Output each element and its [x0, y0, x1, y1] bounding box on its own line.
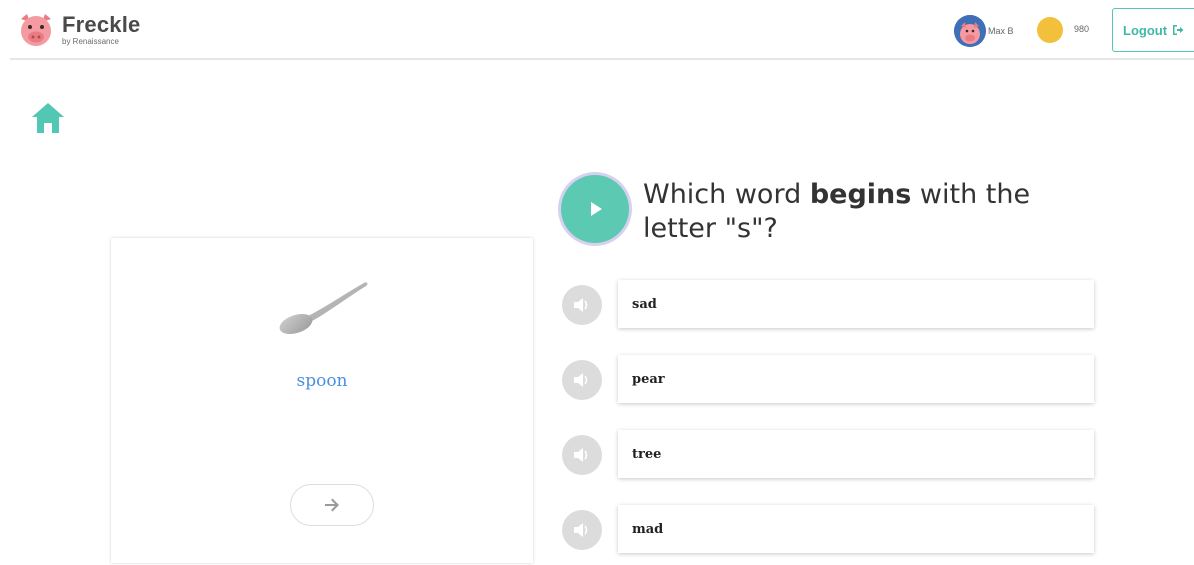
speaker-button[interactable] — [562, 360, 602, 400]
header-divider — [10, 58, 1194, 60]
word-card: spoon — [111, 238, 533, 563]
answer-row: tree — [562, 430, 1102, 480]
answer-option-sad[interactable]: sad — [618, 280, 1094, 328]
next-button[interactable] — [290, 484, 374, 526]
answer-option-pear[interactable]: pear — [618, 355, 1094, 403]
speaker-icon — [574, 373, 588, 387]
logo-subtitle: by Renaissance — [62, 37, 119, 46]
pig-avatar-icon — [954, 15, 986, 47]
speaker-icon — [574, 523, 588, 537]
speaker-icon — [574, 298, 588, 312]
play-icon — [591, 202, 602, 216]
answer-option-mad[interactable]: mad — [618, 505, 1094, 553]
pig-logo-icon — [21, 14, 51, 46]
answer-label: sad — [632, 296, 657, 312]
user-name: Max B — [988, 26, 1014, 36]
logo-name: Freckle — [62, 12, 141, 37]
question-emphasis: begins — [809, 179, 912, 210]
freckle-logo[interactable]: Freckle by Renaissance — [16, 10, 140, 50]
logout-label: Logout — [1123, 22, 1168, 38]
avatar — [954, 15, 986, 47]
answer-label: mad — [632, 521, 664, 537]
answer-row: sad — [562, 280, 1102, 330]
question-text: Which word begins with the letter "s"? — [643, 178, 1063, 246]
logout-icon — [1173, 25, 1184, 35]
play-audio-button[interactable] — [561, 175, 629, 243]
speaker-button[interactable] — [562, 435, 602, 475]
logout-button[interactable]: Logout — [1112, 8, 1194, 52]
answer-row: pear — [562, 355, 1102, 405]
arrow-right-icon — [325, 498, 339, 512]
spoon-icon — [279, 282, 368, 335]
speaker-button[interactable] — [562, 285, 602, 325]
coin-icon — [1037, 17, 1063, 43]
speaker-button[interactable] — [562, 510, 602, 550]
user-profile[interactable]: Max B — [954, 15, 1014, 47]
answer-option-tree[interactable]: tree — [618, 430, 1094, 478]
coin-count: 980 — [1074, 24, 1090, 34]
answer-label: pear — [632, 371, 665, 387]
top-bar: Freckle by Renaissance Max B 980 Logout — [0, 0, 1194, 60]
card-word: spoon — [296, 371, 348, 391]
speaker-icon — [574, 448, 588, 462]
question-part: Which word — [643, 179, 810, 210]
home-icon[interactable] — [31, 102, 65, 134]
answer-label: tree — [632, 446, 662, 462]
answer-row: mad — [562, 505, 1102, 555]
